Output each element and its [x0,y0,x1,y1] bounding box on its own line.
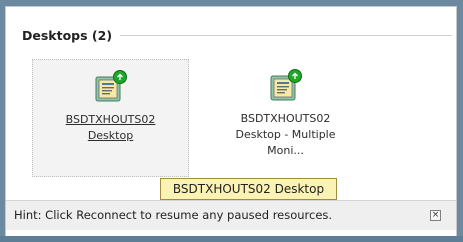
desktop-icon [93,69,129,105]
section-title: Desktops (2) [22,27,113,43]
desktop-name: BSDTXHOUTS02 [65,113,156,126]
desktop-type-cont: Moni... [267,144,304,157]
desktop-tile-label: BSDTXHOUTS02 Desktop - Multiple Moni... [207,111,364,159]
tooltip: BSDTXHOUTS02 Desktop [160,178,337,200]
section-header: Desktops (2) [22,26,452,44]
desktop-type: Desktop - Multiple [235,128,336,141]
close-icon[interactable]: × [430,210,441,221]
desktop-icon [268,68,304,104]
hint-text: Hint: Click Reconnect to resume any paus… [14,208,333,222]
divider [120,34,452,36]
desktop-type: Desktop [87,129,134,142]
desktop-tile-1[interactable]: BSDTXHOUTS02 Desktop [32,59,189,177]
desktop-name: BSDTXHOUTS02 [240,112,331,125]
desktop-tile-label: BSDTXHOUTS02 Desktop [33,112,188,144]
window-bottom-edge [0,236,463,242]
hint-bar: Hint: Click Reconnect to resume any paus… [6,200,456,230]
desktop-tile-2[interactable]: BSDTXHOUTS02 Desktop - Multiple Moni... [207,59,364,177]
